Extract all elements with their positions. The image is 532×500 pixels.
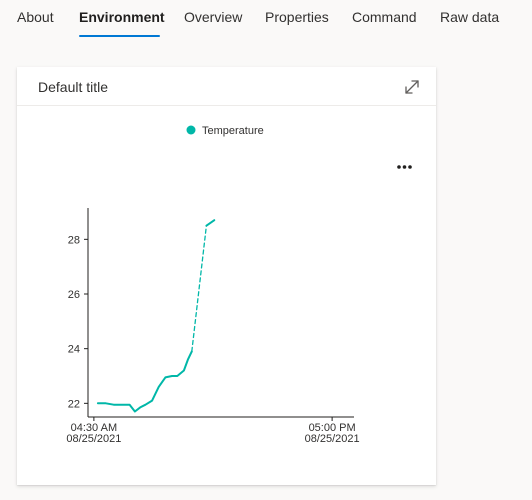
legend-marker	[186, 125, 196, 135]
active-tab-indicator	[79, 35, 160, 37]
y-tick-label: 26	[68, 289, 80, 301]
tab-properties[interactable]: Properties	[265, 9, 329, 25]
legend-label: Temperature	[202, 125, 264, 137]
y-tick-label: 22	[68, 398, 80, 410]
y-tick-label: 28	[68, 234, 80, 246]
tab-environment[interactable]: Environment	[79, 9, 165, 25]
series-gap-line	[191, 225, 208, 353]
tab-command[interactable]: Command	[352, 9, 417, 25]
more-horizontal-icon	[397, 165, 412, 169]
tab-about[interactable]: About	[17, 9, 54, 25]
more-options-button[interactable]	[393, 157, 417, 175]
chart-legend: Temperature	[186, 125, 264, 137]
tab-overview[interactable]: Overview	[184, 9, 242, 25]
chart-series	[96, 219, 216, 413]
series-line	[205, 219, 216, 227]
line-chart: Temperature 2224262804:30 AM08/25/202105…	[66, 125, 417, 445]
chart-axes: 2224262804:30 AM08/25/202105:00 PM08/25/…	[66, 208, 360, 445]
chart-card: Default title Temperature 22 24 26 28 04:30 …	[17, 67, 436, 485]
x-tick-date-label: 08/25/2021	[305, 433, 360, 445]
y-tick-label: 24	[68, 344, 80, 356]
series-line	[96, 350, 193, 413]
tab-raw-data[interactable]: Raw data	[440, 9, 499, 25]
tab-bar: About Environment Overview Properties Co…	[0, 0, 532, 40]
x-tick-date-label: 08/25/2021	[66, 433, 121, 445]
